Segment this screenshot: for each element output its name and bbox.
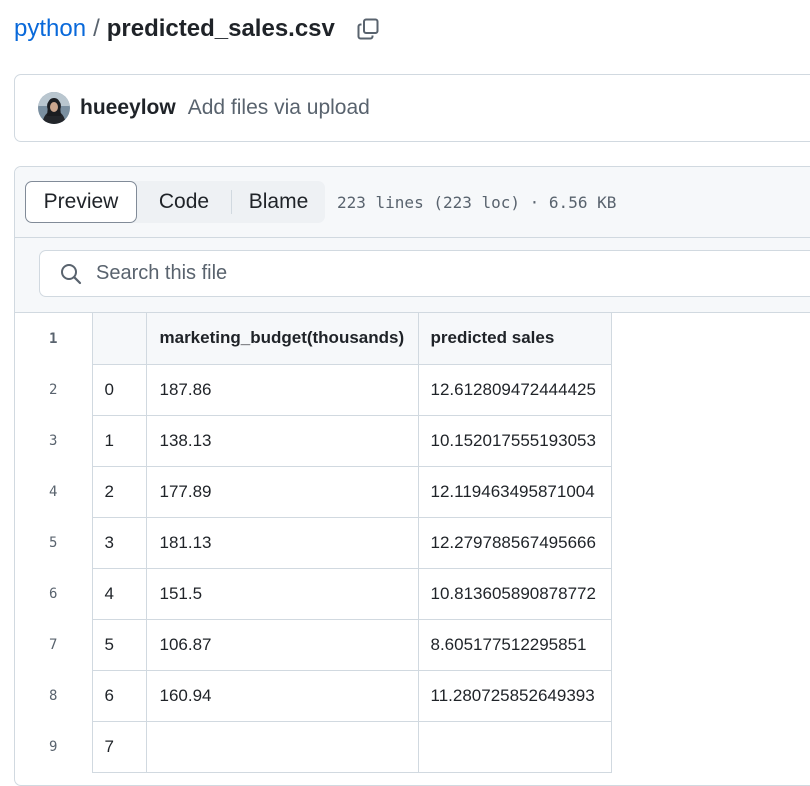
table-row: 2 0 187.86 12.612809472444425 <box>15 364 612 416</box>
column-header-predicted-sales: predicted sales <box>417 313 612 365</box>
latest-commit-box: hueeylow Add files via upload <box>14 74 810 142</box>
cell-index: 0 <box>91 364 146 416</box>
search-input[interactable] <box>94 261 698 286</box>
cell-predicted-sales: 12.119463495871004 <box>417 466 612 518</box>
avatar-image <box>38 92 70 124</box>
commit-message[interactable]: Add files via upload <box>188 96 370 120</box>
table-row: 3 1 138.13 10.152017555193053 <box>15 415 612 467</box>
cell-index: 3 <box>91 517 146 569</box>
avatar[interactable] <box>38 92 70 124</box>
table-row: 6 4 151.5 10.813605890878772 <box>15 568 612 620</box>
cell-marketing-budget: 151.5 <box>145 568 418 620</box>
column-header-index <box>91 313 146 365</box>
line-number[interactable]: 7 <box>15 619 92 670</box>
cell-predicted-sales: 12.279788567495666 <box>417 517 612 569</box>
copy-path-button[interactable] <box>355 15 381 43</box>
cell-index: 5 <box>91 619 146 671</box>
line-number[interactable]: 3 <box>15 415 92 466</box>
cell-predicted-sales: 10.813605890878772 <box>417 568 612 620</box>
tab-blame[interactable]: Blame <box>231 190 325 214</box>
file-header: Preview Code Blame 223 lines (223 loc) ·… <box>15 167 810 238</box>
cell-marketing-budget: 187.86 <box>145 364 418 416</box>
copy-icon <box>357 18 379 40</box>
cell-predicted-sales <box>417 721 612 773</box>
breadcrumb-repo-link[interactable]: python <box>14 12 86 46</box>
file-info: 223 lines (223 loc) · 6.56 KB <box>337 192 617 212</box>
tab-code[interactable]: Code <box>137 181 231 223</box>
cell-index: 6 <box>91 670 146 722</box>
cell-predicted-sales: 8.605177512295851 <box>417 619 612 671</box>
table-row: 5 3 181.13 12.279788567495666 <box>15 517 612 569</box>
cell-predicted-sales: 12.612809472444425 <box>417 364 612 416</box>
breadcrumb-separator: / <box>93 15 100 42</box>
line-number[interactable]: 2 <box>15 364 92 415</box>
line-number[interactable]: 1 <box>15 313 92 364</box>
cell-marketing-budget: 160.94 <box>145 670 418 722</box>
column-header-marketing-budget: marketing_budget(thousands) <box>145 313 418 365</box>
tab-preview[interactable]: Preview <box>25 181 137 223</box>
breadcrumb: python / predicted_sales.csv <box>14 12 381 46</box>
cell-marketing-budget: 177.89 <box>145 466 418 518</box>
breadcrumb-file-name: predicted_sales.csv <box>106 15 335 42</box>
line-number[interactable]: 9 <box>15 721 92 772</box>
view-toggle: Preview Code Blame <box>25 181 325 223</box>
cell-marketing-budget <box>145 721 418 773</box>
cell-marketing-budget: 181.13 <box>145 517 418 569</box>
table-row: 9 7 <box>15 721 612 773</box>
commit-author[interactable]: hueeylow <box>80 96 176 120</box>
search-bar-area <box>15 238 810 313</box>
search-icon <box>61 263 82 284</box>
line-number[interactable]: 4 <box>15 466 92 517</box>
table-header-row: 1 marketing_budget(thousands) predicted … <box>15 313 612 365</box>
search-box[interactable] <box>39 250 810 297</box>
cell-index: 2 <box>91 466 146 518</box>
table-row: 7 5 106.87 8.605177512295851 <box>15 619 612 671</box>
file-viewer: Preview Code Blame 223 lines (223 loc) ·… <box>14 166 810 786</box>
table-row: 8 6 160.94 11.280725852649393 <box>15 670 612 722</box>
cell-marketing-budget: 106.87 <box>145 619 418 671</box>
table-row: 4 2 177.89 12.119463495871004 <box>15 466 612 518</box>
cell-marketing-budget: 138.13 <box>145 415 418 467</box>
cell-predicted-sales: 11.280725852649393 <box>417 670 612 722</box>
line-number[interactable]: 8 <box>15 670 92 721</box>
cell-index: 7 <box>91 721 146 773</box>
line-number[interactable]: 6 <box>15 568 92 619</box>
cell-index: 4 <box>91 568 146 620</box>
cell-index: 1 <box>91 415 146 467</box>
csv-table: 1 marketing_budget(thousands) predicted … <box>15 313 612 773</box>
cell-predicted-sales: 10.152017555193053 <box>417 415 612 467</box>
line-number[interactable]: 5 <box>15 517 92 568</box>
